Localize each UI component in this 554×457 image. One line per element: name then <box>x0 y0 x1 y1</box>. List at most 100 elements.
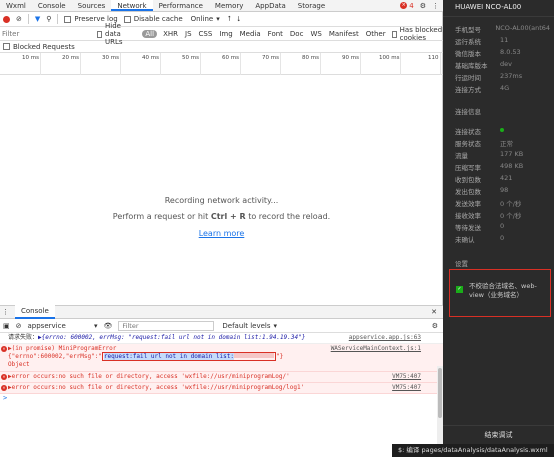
scrollbar-thumb[interactable] <box>438 368 442 418</box>
console-prompt[interactable]: > <box>0 394 443 402</box>
empty-sub-prefix: Perform a request or hit <box>112 212 211 221</box>
console-log-row[interactable]: 请求失败：▶{errno: 600002, errMsg: "request:f… <box>0 333 443 344</box>
conn-key: 压缩写率 <box>455 164 481 172</box>
chevron-down-icon: ▾ <box>216 15 220 23</box>
conn-key: 流量 <box>455 152 468 160</box>
record-icon[interactable] <box>3 15 10 23</box>
import-har-icon[interactable]: ⭡ <box>228 15 231 24</box>
tab-performance[interactable]: Performance <box>153 0 209 11</box>
chevron-down-icon: ▾ <box>273 321 278 330</box>
has-blocked-cookies-checkbox[interactable]: Has blocked cookies <box>391 26 443 42</box>
error-text: ▶error occurs:no such file or directory,… <box>8 384 305 391</box>
tick-label: 90 ms <box>342 55 359 61</box>
error-icon: × <box>400 2 408 9</box>
export-har-icon[interactable]: ⭣ <box>237 15 240 24</box>
info-value: 8.0.53 <box>500 48 521 56</box>
tab-console-drawer[interactable]: Console <box>15 305 55 319</box>
checkbox-box[interactable] <box>3 43 10 50</box>
tick-label: 40 ms <box>142 55 159 61</box>
console-error-row[interactable]: × ▶error occurs:no such file or director… <box>0 383 443 394</box>
log-source-link[interactable]: VM75:407 <box>392 384 421 392</box>
conn-row: 等待发送 0 <box>455 222 550 232</box>
conn-key: 发出包数 <box>455 188 481 196</box>
console-error-row[interactable]: × ▶(in promise) MiniProgramError {"errno… <box>0 344 443 372</box>
search-icon[interactable]: ⚲ <box>46 15 51 23</box>
type-filter-js[interactable]: JS <box>184 30 193 38</box>
info-key: 行运时间 <box>455 74 481 82</box>
type-filter-all[interactable]: All <box>142 30 158 38</box>
tick-line <box>400 53 401 75</box>
type-filter-ws[interactable]: WS <box>309 30 322 38</box>
type-filter-img[interactable]: Img <box>218 30 233 38</box>
info-value: 11 <box>500 36 509 44</box>
status-green-dot <box>500 128 504 132</box>
end-debug-button[interactable]: 结束调试 <box>443 425 554 443</box>
type-filter-manifest[interactable]: Manifest <box>328 30 360 38</box>
type-filter-doc[interactable]: Doc <box>289 30 305 38</box>
log-object[interactable]: ▶{errno: 600002, errMsg: "request:fail u… <box>38 334 305 341</box>
chevron-down-icon: ▾ <box>93 321 98 330</box>
compile-status-bar: $: 编译 pages/dataAnalysis/dataAnalysis.wx… <box>392 444 554 457</box>
log-source-link[interactable]: WAServiceMainContext.js:1 <box>331 345 421 353</box>
tick-line <box>160 53 161 75</box>
checkbox-box[interactable] <box>97 30 103 38</box>
tab-appdata[interactable]: AppData <box>249 0 291 11</box>
checkbox-box[interactable] <box>64 15 72 23</box>
more-options-icon[interactable]: ⋮ <box>432 2 439 10</box>
blocked-requests-bar: Blocked Requests <box>0 41 443 53</box>
learn-more-link[interactable]: Learn more <box>199 229 245 238</box>
type-filter-xhr[interactable]: XHR <box>162 30 179 38</box>
sidebar-toggle-icon[interactable]: ▣ <box>3 322 10 330</box>
conn-key: 收到包数 <box>455 176 481 184</box>
throttle-select[interactable]: Online ▾ <box>189 15 222 23</box>
log-source-link[interactable]: appservice.app.js:63 <box>349 334 421 342</box>
devtools-tabbar: Wxml Console Sources Network Performance… <box>0 0 443 12</box>
error-icon: × <box>1 385 7 391</box>
tab-sources[interactable]: Sources <box>72 0 112 11</box>
empty-sub-keys: Ctrl + R <box>210 212 246 221</box>
checkbox-box[interactable] <box>391 30 397 38</box>
type-filter-other[interactable]: Other <box>365 30 387 38</box>
blocked-requests-checkbox[interactable]: Blocked Requests <box>3 43 75 51</box>
log-levels-select[interactable]: Default levels ▾ <box>222 322 277 330</box>
console-error-row[interactable]: × ▶error occurs:no such file or director… <box>0 372 443 383</box>
tab-storage[interactable]: Storage <box>292 0 331 11</box>
type-filter-css[interactable]: CSS <box>198 30 214 38</box>
filter-input[interactable] <box>2 29 92 39</box>
tick-line <box>120 53 121 75</box>
network-timeline[interactable]: 10 ms 20 ms 30 ms 40 ms 50 ms 60 ms 70 m… <box>0 53 443 75</box>
drawer-menu-icon[interactable]: ⋮ <box>2 308 9 316</box>
close-icon[interactable]: ✕ <box>431 308 443 316</box>
tab-memory[interactable]: Memory <box>209 0 249 11</box>
filter-icon[interactable]: ▼ <box>35 15 40 23</box>
conn-row: 连接状态 <box>455 126 550 136</box>
eye-icon[interactable]: 👁 <box>104 322 113 330</box>
conn-value: 正常 <box>500 140 513 148</box>
type-filter-media[interactable]: Media <box>239 30 262 38</box>
devtools-pane: Wxml Console Sources Network Performance… <box>0 0 443 457</box>
conn-row: 流量 177 KB <box>455 150 550 160</box>
selected-error-text[interactable]: request:fail url not in domain list: <box>103 353 234 360</box>
error-count-badge[interactable]: × 4 <box>400 2 414 10</box>
domain-check-checkbox[interactable]: ✓ <box>456 286 463 293</box>
context-select[interactable]: appservice ▾ <box>28 322 98 330</box>
tick-line <box>200 53 201 75</box>
log-source-link[interactable]: VM75:407 <box>392 373 421 381</box>
conn-row: 压缩写率 498 KB <box>455 162 550 172</box>
tab-network[interactable]: Network <box>111 0 153 11</box>
clear-icon[interactable]: ⊘ <box>16 15 22 23</box>
tab-console[interactable]: Console <box>32 0 72 11</box>
network-empty-state: Recording network activity... Perform a … <box>0 75 443 303</box>
tick-label: 70 ms <box>262 55 279 61</box>
clear-console-icon[interactable]: ⊘ <box>16 322 22 330</box>
divider <box>27 14 29 24</box>
tick-line <box>80 53 81 75</box>
tab-wxml[interactable]: Wxml <box>0 0 32 11</box>
type-filter-font[interactable]: Font <box>267 30 284 38</box>
settings-gear-icon[interactable]: ⚙ <box>420 2 426 10</box>
console-settings-icon[interactable]: ⚙ <box>432 322 443 330</box>
tick-label: 50 ms <box>182 55 199 61</box>
console-filter-input[interactable] <box>118 320 215 331</box>
connection-section-title: 连接信息 <box>455 108 481 116</box>
domain-check-label: 不校验合法域名、web-view（业务域名） <box>469 282 537 299</box>
